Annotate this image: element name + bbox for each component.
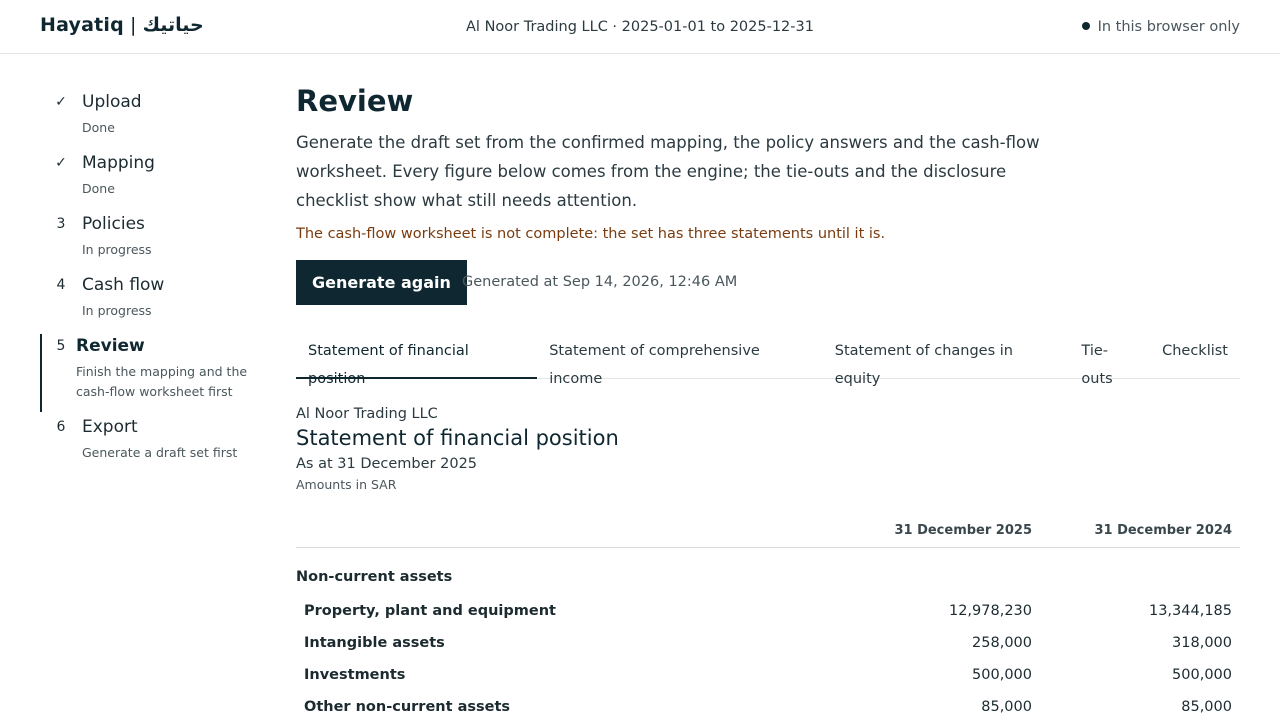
tab-changes-in-equity[interactable]: Statement of changes in equity xyxy=(823,337,1070,387)
review-intro: Generate the draft set from the confirme… xyxy=(296,133,1040,210)
step-export[interactable]: 6 Export Generate a draft set first xyxy=(40,415,260,476)
step-status: In progress xyxy=(82,303,152,318)
review-panel: Review Generate the draft set from the c… xyxy=(296,84,1240,720)
table-row: Investments 500,000 500,000 xyxy=(296,659,1240,691)
table-row: Property, plant and equipment 12,978,230… xyxy=(296,595,1240,627)
check-icon: ✓ xyxy=(55,155,67,171)
statement-title: Statement of financial position xyxy=(296,426,619,450)
row-prior-value: 13,344,185 xyxy=(1148,603,1232,619)
cash-flow-warning: The cash-flow worksheet is not complete:… xyxy=(296,226,886,242)
generate-again-button[interactable]: Generate again xyxy=(296,260,467,305)
tab-comprehensive-income[interactable]: Statement of comprehensive income xyxy=(537,337,823,387)
entity-name: Al Noor Trading LLC xyxy=(296,406,438,422)
column-header-label xyxy=(296,512,840,548)
step-status: Finish the mapping and the cash-flow wor… xyxy=(76,364,248,399)
generated-timestamp: Generated at Sep 14, 2026, 12:46 AM xyxy=(462,274,738,290)
statement-date: As at 31 December 2025 xyxy=(296,456,478,472)
step-upload[interactable]: ✓ Upload Done xyxy=(40,90,260,151)
step-number: 3 xyxy=(56,216,66,232)
step-review[interactable]: 5 Review Finish the mapping and the cash… xyxy=(40,334,260,412)
step-number: 5 xyxy=(56,338,66,354)
row-current-value: 12,978,230 xyxy=(948,603,1032,619)
table-row: Other non-current assets 85,000 85,000 xyxy=(296,691,1240,720)
step-label: Review xyxy=(76,336,145,356)
step-number: 4 xyxy=(56,277,66,293)
step-mapping[interactable]: ✓ Mapping Done xyxy=(40,151,260,212)
row-label: Intangible assets xyxy=(304,635,445,651)
table-header-row: 31 December 2025 31 December 2024 xyxy=(296,512,1240,548)
tab-tie-outs[interactable]: Tie-outs xyxy=(1069,337,1150,387)
row-current-value: 500,000 xyxy=(972,667,1032,683)
status-dot-icon xyxy=(1081,22,1090,30)
row-prior-value: 85,000 xyxy=(1181,699,1232,715)
row-label: Investments xyxy=(304,667,406,683)
financial-position-table: 31 December 2025 31 December 2024 Non-cu… xyxy=(296,512,1240,720)
statement-tabs: Statement of financial position Statemen… xyxy=(296,337,1240,387)
statement-financial-position: Al Noor Trading LLC Statement of financi… xyxy=(296,406,1240,720)
step-label: Export xyxy=(82,417,138,437)
tab-checklist[interactable]: Checklist xyxy=(1150,337,1240,379)
step-label: Upload xyxy=(82,92,142,112)
step-label: Policies xyxy=(82,214,145,234)
row-label: Property, plant and equipment xyxy=(304,603,556,619)
group-label: Non-current assets xyxy=(296,569,453,586)
privacy-indicator: In this browser only xyxy=(1081,19,1240,35)
tab-financial-position[interactable]: Statement of financial position xyxy=(296,337,538,387)
wizard-steps: ✓ Upload Done ✓ Mapping Done 3 Policies … xyxy=(40,90,260,476)
step-policies[interactable]: 3 Policies In progress xyxy=(40,212,260,273)
privacy-label: In this browser only xyxy=(1097,19,1240,35)
statement-units: Amounts in SAR xyxy=(296,477,397,492)
column-header-prior: 31 December 2024 xyxy=(1040,512,1240,548)
group-row-non-current-assets: Non-current assets xyxy=(296,547,1240,595)
table-row: Intangible assets 258,000 318,000 xyxy=(296,627,1240,659)
step-label: Cash flow xyxy=(82,275,165,295)
row-current-value: 85,000 xyxy=(981,699,1032,715)
step-label: Mapping xyxy=(82,153,155,173)
column-header-current: 31 December 2025 xyxy=(840,512,1040,548)
step-status: In progress xyxy=(82,242,152,257)
step-number: 6 xyxy=(56,419,66,435)
top-bar: Hayatiq | حياتيك Al Noor Trading LLC · 202… xyxy=(0,0,1280,54)
step-status: Done xyxy=(82,181,115,196)
page-title: Review xyxy=(296,84,414,118)
row-prior-value: 318,000 xyxy=(1172,635,1232,651)
step-status: Generate a draft set first xyxy=(82,445,238,460)
check-icon: ✓ xyxy=(55,94,67,110)
step-status: Done xyxy=(82,120,115,135)
row-current-value: 258,000 xyxy=(972,635,1032,651)
generate-actions: Generate again Generated at Sep 14, 2026… xyxy=(296,260,1240,305)
row-prior-value: 500,000 xyxy=(1172,667,1232,683)
step-cash-flow[interactable]: 4 Cash flow In progress xyxy=(40,273,260,334)
row-label: Other non-current assets xyxy=(304,699,511,715)
